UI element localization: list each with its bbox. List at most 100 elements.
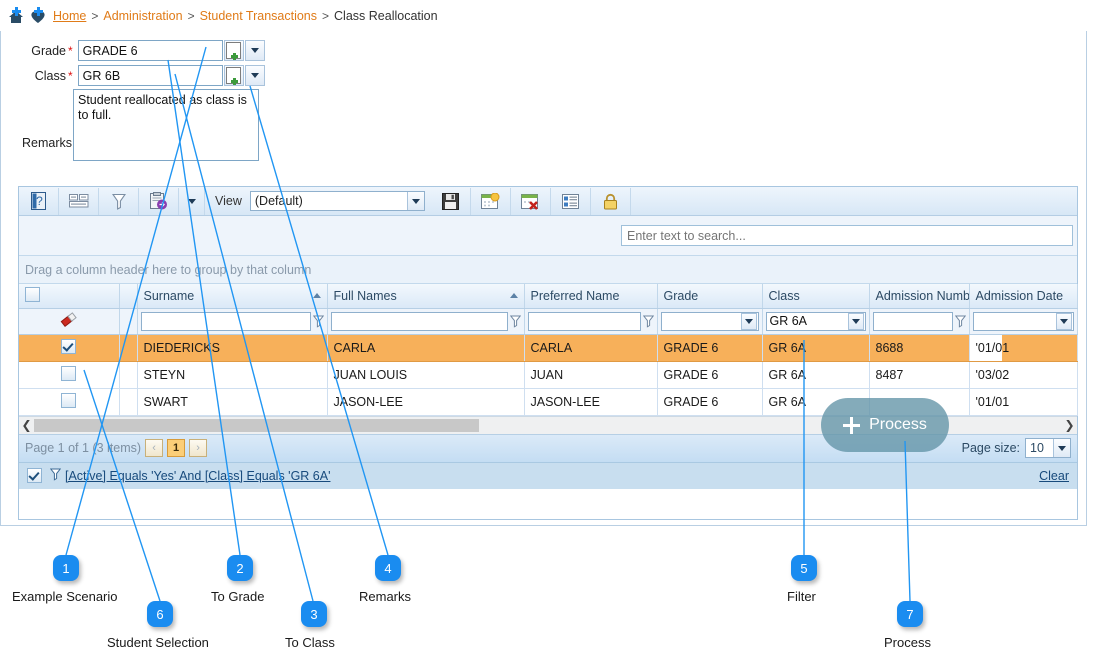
cell-class: GR 6A — [762, 361, 870, 389]
breadcrumb-home[interactable]: Home — [53, 9, 86, 23]
table-row[interactable]: STEYN JUAN LOUIS JUAN GRADE 6 GR 6A 8487… — [19, 361, 1078, 389]
chevron-down-icon — [851, 318, 860, 324]
callout-marker-4[interactable]: 4 — [375, 555, 401, 581]
header-admission-date-label: Admission Date — [975, 288, 1064, 303]
cell-admission-date: '01/01 — [969, 388, 1078, 416]
pager-next-button[interactable]: › — [189, 439, 208, 457]
select-all-checkbox[interactable] — [25, 286, 40, 302]
filter-surname-cell — [137, 308, 328, 335]
cell-preferred-name: JASON-LEE — [524, 388, 658, 416]
grid-search-row — [19, 216, 1077, 256]
row-checkbox[interactable] — [61, 338, 77, 354]
header-surname-label: Surname — [143, 288, 195, 303]
header-preferred-name[interactable]: Preferred Name — [524, 284, 658, 309]
clear-filter-cell[interactable] — [19, 308, 120, 335]
header-admission-date[interactable]: Admission Date — [969, 284, 1078, 309]
filter-class-dropdown[interactable]: GR 6A — [765, 311, 866, 331]
row-select-cell[interactable] — [19, 361, 120, 389]
view-select[interactable]: (Default) — [249, 191, 425, 211]
scrollbar-thumb[interactable] — [34, 418, 479, 432]
row-select-cell[interactable] — [19, 334, 120, 362]
table-row[interactable]: DIEDERICKS CARLA CARLA GRADE 6 GR 6A 868… — [19, 334, 1078, 362]
row-checkbox[interactable] — [61, 392, 77, 408]
grid-toolbar: ? View (Default) — [19, 187, 1077, 216]
class-lookup-button[interactable] — [223, 65, 244, 86]
filter-enabled-checkbox[interactable] — [27, 468, 42, 483]
details-button[interactable] — [551, 187, 591, 215]
header-full-names-label: Full Names — [333, 288, 397, 303]
filter-full-names-input[interactable] — [330, 311, 508, 331]
callout-marker-3[interactable]: 3 — [301, 601, 327, 627]
scroll-right-icon[interactable]: ❯ — [1062, 418, 1077, 433]
process-button[interactable]: Process — [821, 398, 949, 452]
lock-button[interactable] — [591, 187, 631, 215]
filter-funnel-icon[interactable] — [312, 315, 324, 328]
grade-input[interactable] — [77, 40, 223, 61]
toolbar-more-button[interactable] — [179, 187, 205, 215]
clear-filter-eraser-icon[interactable] — [60, 311, 78, 328]
delete-view-button[interactable] — [511, 187, 551, 215]
callout-label-2: To Grade — [211, 589, 265, 604]
filter-grade-dropdown[interactable] — [660, 311, 759, 331]
toolbar-end-spacer — [631, 188, 671, 215]
page-size-arrow[interactable] — [1053, 439, 1070, 457]
header-grade[interactable]: Grade — [657, 284, 763, 309]
pager-page-1-button[interactable]: 1 — [167, 439, 186, 457]
filter-grade-arrow[interactable] — [740, 312, 757, 330]
breadcrumb-separator-3: > — [322, 8, 330, 23]
filter-class-arrow[interactable] — [847, 312, 864, 330]
header-class[interactable]: Class — [762, 284, 870, 309]
pager-prev-button[interactable]: ‹ — [145, 439, 164, 457]
grade-dropdown-button[interactable] — [244, 40, 265, 61]
grade-lookup-button[interactable] — [223, 40, 244, 61]
new-view-button[interactable] — [471, 187, 511, 215]
callout-marker-7[interactable]: 7 — [897, 601, 923, 627]
filter-expression[interactable]: [Active] Equals 'Yes' And [Class] Equals… — [65, 469, 330, 483]
row-select-cell[interactable] — [19, 388, 120, 416]
remarks-textarea[interactable] — [73, 89, 259, 161]
filter-admission-date-arrow[interactable] — [1055, 312, 1072, 330]
scroll-left-icon[interactable]: ❮ — [19, 418, 34, 433]
header-spacer — [119, 284, 138, 309]
callout-marker-6[interactable]: 6 — [147, 601, 173, 627]
chevron-down-icon — [250, 73, 259, 78]
class-input[interactable] — [77, 65, 223, 86]
group-by-panel[interactable]: Drag a column header here to group by th… — [19, 256, 1077, 284]
home-add-icon[interactable] — [6, 6, 26, 26]
header-full-names[interactable]: Full Names — [327, 284, 525, 309]
breadcrumb-item-administration[interactable]: Administration — [103, 9, 182, 23]
filter-admission-number-input[interactable] — [872, 311, 953, 331]
filter-admission-date-dropdown[interactable] — [972, 311, 1074, 331]
export-button[interactable] — [139, 187, 179, 215]
search-input[interactable] — [621, 225, 1073, 246]
save-view-button[interactable] — [431, 187, 471, 215]
row-checkbox[interactable] — [61, 365, 77, 381]
clear-filter-link[interactable]: Clear — [1039, 469, 1069, 483]
header-admission-number[interactable]: Admission Numbe — [869, 284, 970, 309]
favorite-add-icon[interactable] — [28, 6, 48, 26]
page-plus-icon — [226, 67, 242, 85]
callout-marker-5[interactable]: 5 — [791, 555, 817, 581]
class-dropdown-button[interactable] — [244, 65, 265, 86]
filter-class-cell: GR 6A — [762, 308, 870, 335]
breadcrumb-item-student-transactions[interactable]: Student Transactions — [200, 9, 317, 23]
header-select-all[interactable] — [19, 284, 120, 309]
sort-ascending-icon — [509, 293, 518, 298]
callout-marker-1[interactable]: 1 — [53, 555, 79, 581]
column-chooser-button[interactable] — [59, 187, 99, 215]
breadcrumb-separator-1: > — [91, 8, 99, 23]
help-button[interactable]: ? — [19, 187, 59, 215]
student-table: Surname Full Names Preferred Name Grade — [19, 284, 1078, 416]
header-surname[interactable]: Surname — [137, 284, 328, 309]
filter-funnel-icon[interactable] — [509, 315, 521, 328]
filter-button[interactable] — [99, 187, 139, 215]
filter-surname-input[interactable] — [140, 311, 311, 331]
page-size-select[interactable]: 10 — [1025, 438, 1071, 458]
view-select-arrow[interactable] — [406, 192, 424, 210]
filter-funnel-icon[interactable] — [954, 315, 966, 328]
filter-preferred-name-input[interactable] — [527, 311, 641, 331]
filter-spacer-cell — [119, 308, 138, 335]
callout-marker-2[interactable]: 2 — [227, 555, 253, 581]
filter-funnel-icon[interactable] — [642, 315, 654, 328]
lock-icon — [603, 193, 617, 209]
